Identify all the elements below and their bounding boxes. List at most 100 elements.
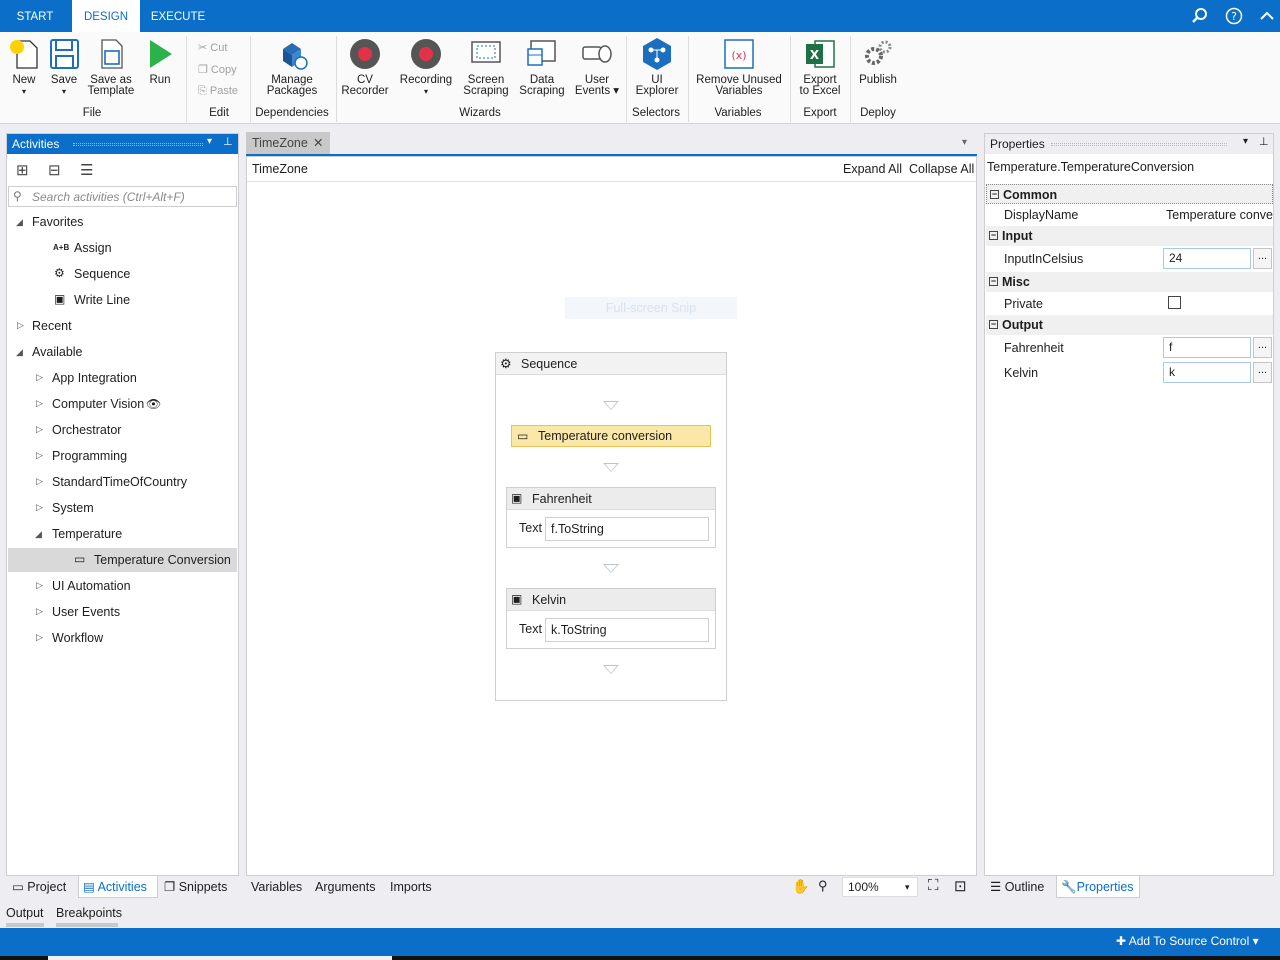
tab-imports[interactable]: Imports	[390, 876, 432, 898]
fit-to-screen-icon[interactable]: ⛶	[928, 877, 939, 894]
inputincelsius-ellipsis-button[interactable]: ...	[1253, 248, 1272, 269]
tab-arguments[interactable]: Arguments	[315, 876, 375, 898]
collapse-all-icon[interactable]: ⊟	[48, 161, 61, 179]
temperature-conversion-activity[interactable]: Temperature conversion ▭	[511, 425, 711, 447]
tab-properties[interactable]: 🔧Properties	[1056, 876, 1140, 898]
dropdown-icon[interactable]: ▾	[207, 136, 212, 147]
tab-breakpoints[interactable]: Breakpoints	[56, 902, 122, 924]
help-icon[interactable]: ?	[1225, 7, 1243, 25]
tab-design[interactable]: DESIGN	[72, 0, 140, 32]
pin-icon[interactable]: ⊥	[1259, 135, 1269, 148]
tree-item-write-line[interactable]: Write Line	[74, 289, 130, 311]
tree-item-standardtimeofcountry[interactable]: StandardTimeOfCountry	[52, 471, 187, 493]
tab-execute[interactable]: EXECUTE	[142, 0, 214, 32]
kelvin-text-input[interactable]: k.ToString	[545, 618, 709, 642]
drop-target-arrow[interactable]	[603, 463, 619, 472]
tree-item-programming[interactable]: Programming	[52, 445, 127, 467]
tree-item-user-events[interactable]: User Events	[52, 601, 120, 623]
data-scraping-button[interactable]: Data Scraping	[516, 37, 568, 97]
prop-kelvin-input[interactable]: k	[1163, 362, 1251, 383]
prop-fahrenheit-input[interactable]: f	[1163, 337, 1251, 358]
pin-icon[interactable]: ⊥	[223, 135, 233, 148]
private-checkbox[interactable]	[1168, 296, 1181, 309]
dropdown-icon[interactable]: ▾	[1243, 136, 1248, 147]
publish-button[interactable]: Publish	[854, 37, 902, 86]
collapse-icon[interactable]: −	[989, 277, 998, 286]
category-misc[interactable]: − Misc	[986, 272, 1273, 292]
tree-item-available[interactable]: Available	[32, 341, 83, 363]
tree-item-system[interactable]: System	[52, 497, 94, 519]
tree-item-sequence[interactable]: Sequence	[74, 263, 130, 285]
new-button[interactable]: New ▾	[6, 37, 42, 97]
run-button[interactable]: Run	[142, 37, 178, 86]
tree-item-temperature[interactable]: Temperature	[52, 523, 122, 545]
drop-target-arrow[interactable]	[603, 401, 619, 410]
collapsed-icon[interactable]: ▷	[17, 320, 24, 331]
manage-packages-button[interactable]: Manage Packages	[258, 37, 326, 97]
overview-icon[interactable]: ⊡	[954, 877, 967, 895]
tab-start[interactable]: START	[0, 0, 70, 32]
collapsed-icon[interactable]: ▷	[36, 450, 43, 461]
fahrenheit-activity[interactable]: Fahrenheit ▣ Text f.ToString	[506, 487, 716, 548]
collapsed-icon[interactable]: ▷	[36, 606, 43, 617]
zoom-select[interactable]: 100% ▾	[842, 877, 918, 897]
category-input[interactable]: − Input	[986, 226, 1273, 246]
collapsed-icon[interactable]: ▷	[36, 476, 43, 487]
collapse-all-link[interactable]: Collapse All	[909, 162, 974, 176]
screen-scraping-button[interactable]: Screen Scraping	[460, 37, 512, 97]
kelvin-activity[interactable]: Kelvin ▣ Text k.ToString	[506, 588, 716, 649]
tree-item-orchestrator[interactable]: Orchestrator	[52, 419, 121, 441]
expanded-icon[interactable]: ◢	[35, 529, 42, 540]
save-as-template-button[interactable]: Save as Template	[86, 37, 136, 97]
tab-variables[interactable]: Variables	[251, 876, 302, 898]
expanded-icon[interactable]: ◢	[16, 347, 23, 358]
tree-item-favorites[interactable]: Favorites	[32, 211, 83, 233]
remove-unused-variables-button[interactable]: (x) Remove Unused Variables	[694, 37, 784, 97]
drop-target-arrow[interactable]	[603, 564, 619, 573]
recording-button[interactable]: Recording ▾	[396, 37, 456, 97]
tree-item-computer-vision[interactable]: Computer Vision	[52, 393, 144, 415]
collapse-icon[interactable]: −	[989, 320, 998, 329]
collapsed-icon[interactable]: ▷	[36, 398, 43, 409]
add-to-source-control-button[interactable]: ✚ Add To Source Control ▾	[1116, 934, 1259, 948]
tree-item-app-integration[interactable]: App Integration	[52, 367, 137, 389]
tree-item-recent[interactable]: Recent	[32, 315, 72, 337]
hand-pan-icon[interactable]: ✋	[792, 878, 809, 895]
collapsed-icon[interactable]: ▷	[36, 502, 43, 513]
expand-all-link[interactable]: Expand All	[843, 162, 902, 176]
tree-item-ui-automation[interactable]: UI Automation	[52, 575, 131, 597]
collapsed-icon[interactable]: ▷	[36, 580, 43, 591]
export-to-excel-button[interactable]: X Export to Excel	[796, 37, 844, 97]
breadcrumb[interactable]: TimeZone	[252, 162, 308, 176]
cut-button[interactable]: ✂ Cut	[198, 41, 227, 54]
collapse-icon[interactable]: −	[989, 231, 998, 240]
kelvin-ellipsis-button[interactable]: ...	[1253, 362, 1272, 383]
doc-dropdown-icon[interactable]: ▾	[962, 137, 967, 148]
fahrenheit-ellipsis-button[interactable]: ...	[1253, 337, 1272, 358]
paste-button[interactable]: ⎘ Paste	[198, 85, 238, 98]
category-output[interactable]: − Output	[986, 315, 1273, 335]
tab-project[interactable]: ▭ Project	[12, 876, 66, 898]
prop-inputincelsius-input[interactable]: 24	[1163, 248, 1251, 269]
tree-item-workflow[interactable]: Workflow	[52, 627, 103, 649]
copy-button[interactable]: ❐ Copy	[198, 63, 237, 76]
prop-displayname-value[interactable]: Temperature conver	[1166, 203, 1273, 227]
tree-item-temperature-conversion[interactable]: Temperature Conversion	[94, 549, 231, 571]
save-button[interactable]: Save ▾	[46, 37, 82, 97]
list-view-icon[interactable]: ☰	[80, 161, 93, 179]
fahrenheit-text-input[interactable]: f.ToString	[545, 517, 709, 541]
drop-target-arrow[interactable]	[603, 665, 619, 674]
tab-snippets[interactable]: ❐ Snippets	[164, 876, 227, 898]
category-common[interactable]: − Common	[986, 184, 1273, 204]
doc-tab-timezone[interactable]: TimeZone ✕	[246, 132, 330, 154]
chevron-up-icon[interactable]	[1258, 7, 1276, 25]
tab-output[interactable]: Output	[6, 902, 44, 924]
user-events-button[interactable]: User Events ▾	[572, 37, 622, 97]
tab-activities[interactable]: ▤ Activities	[78, 876, 158, 898]
ui-explorer-button[interactable]: UI Explorer	[632, 37, 682, 97]
expand-all-icon[interactable]: ⊞	[16, 161, 29, 179]
collapsed-icon[interactable]: ▷	[36, 632, 43, 643]
collapsed-icon[interactable]: ▷	[36, 424, 43, 435]
cv-recorder-button[interactable]: CV Recorder	[340, 37, 390, 97]
collapse-icon[interactable]: −	[990, 190, 999, 199]
